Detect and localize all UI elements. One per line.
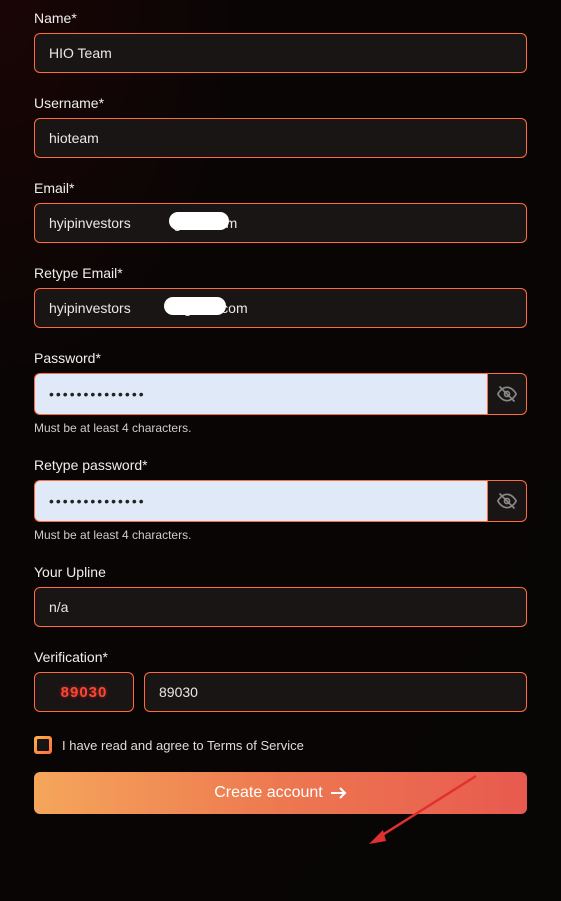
password-input[interactable] [34, 373, 487, 415]
name-input[interactable] [34, 33, 527, 73]
toggle-retype-password-visibility-button[interactable] [487, 480, 527, 522]
name-label: Name* [34, 10, 527, 26]
redaction-overlay [169, 212, 229, 230]
upline-input[interactable] [34, 587, 527, 627]
username-input[interactable] [34, 118, 527, 158]
eye-off-icon [497, 491, 517, 511]
retype-password-input[interactable] [34, 480, 487, 522]
retype-email-label: Retype Email* [34, 265, 527, 281]
password-label: Password* [34, 350, 527, 366]
checkbox-inner [37, 739, 49, 751]
captcha-display: 89030 [34, 672, 134, 712]
password-field-group: Password* Must be at least 4 characters. [34, 350, 527, 435]
terms-checkbox-row: I have read and agree to Terms of Servic… [34, 736, 527, 754]
create-account-button[interactable]: Create account [34, 772, 527, 814]
verification-label: Verification* [34, 649, 527, 665]
terms-text: I have read and agree to [62, 738, 207, 753]
arrow-right-icon [331, 787, 347, 799]
eye-off-icon [497, 384, 517, 404]
email-label: Email* [34, 180, 527, 196]
terms-link[interactable]: Terms of Service [207, 738, 304, 753]
upline-field-group: Your Upline [34, 564, 527, 627]
toggle-password-visibility-button[interactable] [487, 373, 527, 415]
verification-input[interactable] [144, 672, 527, 712]
retype-email-input[interactable] [34, 288, 527, 328]
password-row [34, 373, 527, 415]
upline-label: Your Upline [34, 564, 527, 580]
redaction-overlay [164, 297, 226, 315]
submit-label: Create account [214, 784, 323, 802]
retype-password-label: Retype password* [34, 457, 527, 473]
terms-label: I have read and agree to Terms of Servic… [62, 738, 304, 753]
email-field-group: Email* [34, 180, 527, 243]
email-input[interactable] [34, 203, 527, 243]
verification-field-group: Verification* 89030 [34, 649, 527, 712]
retype-password-row [34, 480, 527, 522]
verification-row: 89030 [34, 672, 527, 712]
username-field-group: Username* [34, 95, 527, 158]
retype-email-field-group: Retype Email* [34, 265, 527, 328]
password-helper: Must be at least 4 characters. [34, 421, 527, 435]
retype-password-helper: Must be at least 4 characters. [34, 528, 527, 542]
name-field-group: Name* [34, 10, 527, 73]
terms-checkbox[interactable] [34, 736, 52, 754]
retype-password-field-group: Retype password* Must be at least 4 char… [34, 457, 527, 542]
username-label: Username* [34, 95, 527, 111]
